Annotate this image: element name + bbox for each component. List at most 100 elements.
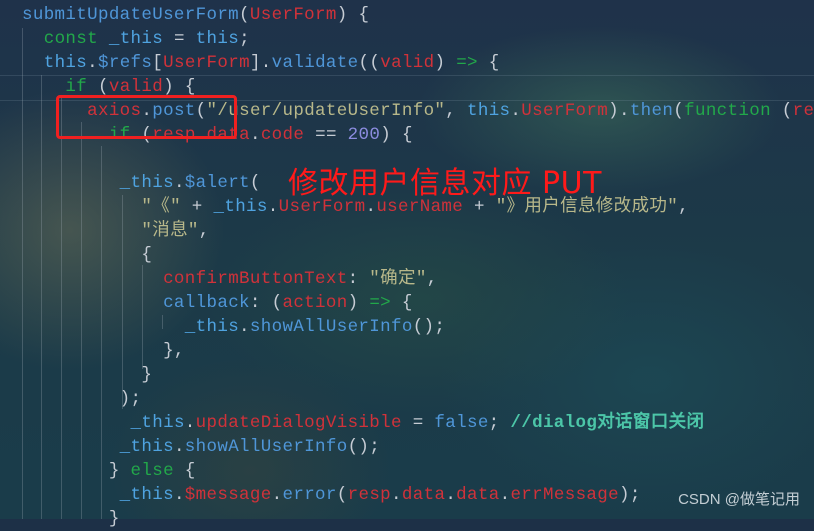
annotation-highlight-box [56,95,237,139]
code-comment-token: //dialog对话窗口关闭 [510,413,705,433]
code-line[interactable]: } [22,507,814,531]
code-keyword-token: => [369,293,392,313]
code-punct-token: } [22,509,120,529]
code-variable-token: errMessage [510,485,619,505]
code-string-token: "/user/updateUserInfo" [206,101,446,121]
code-punct-token: ) [434,53,457,73]
code-punct-token: [ [152,53,164,73]
code-line[interactable]: _this.updateDialogVisible = false; //dia… [22,411,814,435]
code-punct-token: . [499,485,511,505]
code-variable-token: code [260,125,305,145]
code-punct-token: ( [336,485,348,505]
code-punct-token: . [173,437,185,457]
code-punct-token: . [267,197,279,217]
code-line[interactable]: "消息", [22,219,814,243]
code-line[interactable]: ); [22,387,814,411]
code-punct-token: ). [608,101,630,121]
code-variable-token: valid [108,77,164,97]
code-variable-token: data [456,485,500,505]
csdn-watermark: CSDN @做笔记用 [678,491,800,508]
code-line[interactable]: submitUpdateUserForm(UserForm) { [22,3,814,27]
code-punct-token: { [477,53,500,73]
code-punct-token: . [173,485,185,505]
code-punct-token: ( [770,101,793,121]
code-punct-token: ) { [380,125,413,145]
code-string-token: "确定" [369,269,427,289]
code-punct-token: ; [488,413,511,433]
code-number-token: 200 [347,125,381,145]
code-variable-token: resp [792,101,814,121]
code-line[interactable]: _this.showAllUserInfo(); [22,315,814,339]
code-punct-token: = [401,413,435,433]
code-punct-token: ]. [249,53,272,73]
code-variable-token: data [401,485,446,505]
code-keyword-token: else [130,461,174,481]
code-punct-token: ) { [163,77,196,97]
code-this-token: _this [119,485,174,505]
code-punct-token [22,29,44,49]
code-this-token: this [195,29,240,49]
code-function-token: validate [271,53,359,73]
code-string-token: "《" [141,197,181,217]
code-editor[interactable]: submitUpdateUserForm(UserForm) { const _… [0,3,814,531]
code-punct-token: { [173,461,196,481]
code-this-token: _this [119,173,174,193]
code-variable-token: valid [380,53,435,73]
code-punct-token: ( [87,77,109,97]
code-punct-token: (); [347,437,381,457]
code-line[interactable]: } [22,363,814,387]
code-line[interactable]: { [22,243,814,267]
code-punct-token: ( [249,173,261,193]
code-variable-token: UserForm [163,53,250,73]
code-line[interactable]: confirmButtonText: "确定", [22,267,814,291]
code-punct-token: : ( [249,293,283,313]
code-punct-token: ); [618,485,641,505]
code-punct-token [22,173,120,193]
code-punct-token: + [180,197,214,217]
code-punct-token: . [510,101,522,121]
code-keyword-token: const [43,29,98,49]
code-punct-token: == [304,125,348,145]
code-punct-token [22,317,185,337]
code-function-token: showAllUserInfo [184,437,348,457]
code-punct-token: ( [673,101,685,121]
code-function-token: then [629,101,674,121]
code-this-token: _this [97,29,164,49]
code-variable-token: $message [184,485,272,505]
code-punct-token: ) [347,293,370,313]
code-punct-token [22,485,120,505]
code-function-token: error [282,485,337,505]
code-punct-token: = [163,29,196,49]
code-function-token: $refs [98,53,153,73]
code-punct-token: . [271,485,283,505]
code-line[interactable]: _this.showAllUserInfo(); [22,435,814,459]
code-punct-token: , [445,101,467,121]
code-this-token: _this [213,197,268,217]
code-this-token: _this [119,437,174,457]
code-punct-token: }, [22,341,185,361]
code-variable-token: updateDialogVisible [195,413,402,433]
code-string-token: "消息" [141,221,199,241]
code-line[interactable]: this.$refs[UserForm].validate((valid) =>… [22,51,814,75]
code-line[interactable]: }, [22,339,814,363]
code-punct-token: . [184,413,196,433]
code-punct-token: (); [412,317,446,337]
code-function-token: false [434,413,489,433]
code-punct-token: , [678,197,689,217]
code-variable-token: action [282,293,348,313]
code-punct-token [22,269,163,289]
code-line[interactable]: const _this = this; [22,27,814,51]
code-punct-token: ) { [336,5,370,25]
code-punct-token [22,221,141,241]
code-punct-token: . [391,485,402,505]
code-punct-token [22,437,120,457]
code-punct-token [22,77,65,97]
code-punct-token: . [173,173,185,193]
code-this-token: this [467,101,511,121]
code-line[interactable]: callback: (action) => { [22,291,814,315]
code-punct-token: . [445,485,457,505]
code-punct-token [22,293,163,313]
code-punct-token: } [22,365,153,385]
code-line[interactable]: } else { [22,459,814,483]
code-punct-token: , [426,269,438,289]
